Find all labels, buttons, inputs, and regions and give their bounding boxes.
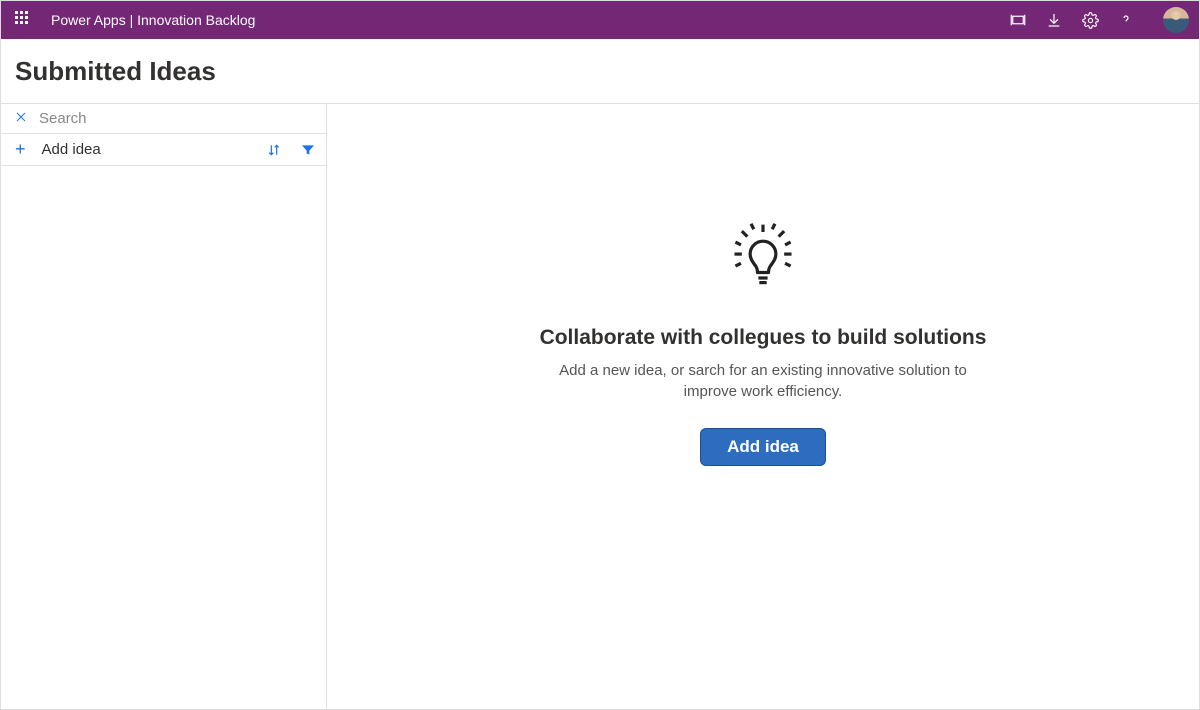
help-icon[interactable] bbox=[1117, 11, 1135, 29]
empty-title: Collaborate with collegues to build solu… bbox=[540, 326, 987, 350]
download-icon[interactable] bbox=[1045, 11, 1063, 29]
clear-icon[interactable] bbox=[15, 110, 27, 128]
add-idea-row[interactable]: + Add idea bbox=[1, 134, 326, 166]
add-idea-label: Add idea bbox=[42, 141, 101, 158]
user-avatar[interactable] bbox=[1163, 7, 1189, 33]
empty-subtitle: Add a new idea, or sarch for an existing… bbox=[553, 360, 973, 402]
page-title: Submitted Ideas bbox=[15, 56, 216, 87]
fit-screen-icon[interactable] bbox=[1009, 11, 1027, 29]
page-title-bar: Submitted Ideas bbox=[1, 39, 1199, 104]
sort-icon[interactable] bbox=[266, 142, 282, 158]
content-row: + Add idea bbox=[1, 104, 1199, 709]
add-idea-button[interactable]: Add idea bbox=[700, 428, 826, 466]
filter-icon[interactable] bbox=[300, 142, 316, 158]
sidebar: + Add idea bbox=[1, 104, 327, 709]
search-input[interactable] bbox=[39, 110, 312, 127]
plus-icon: + bbox=[15, 139, 26, 160]
lightbulb-icon bbox=[717, 209, 809, 306]
header-actions bbox=[1009, 7, 1189, 33]
page: Submitted Ideas + Add idea bbox=[1, 39, 1199, 709]
app-launcher-icon[interactable] bbox=[15, 11, 33, 29]
app-title: Power Apps | Innovation Backlog bbox=[51, 12, 255, 28]
settings-icon[interactable] bbox=[1081, 11, 1099, 29]
app-header: Power Apps | Innovation Backlog bbox=[1, 1, 1199, 39]
search-row bbox=[1, 104, 326, 134]
main-area: Collaborate with collegues to build solu… bbox=[327, 104, 1199, 709]
